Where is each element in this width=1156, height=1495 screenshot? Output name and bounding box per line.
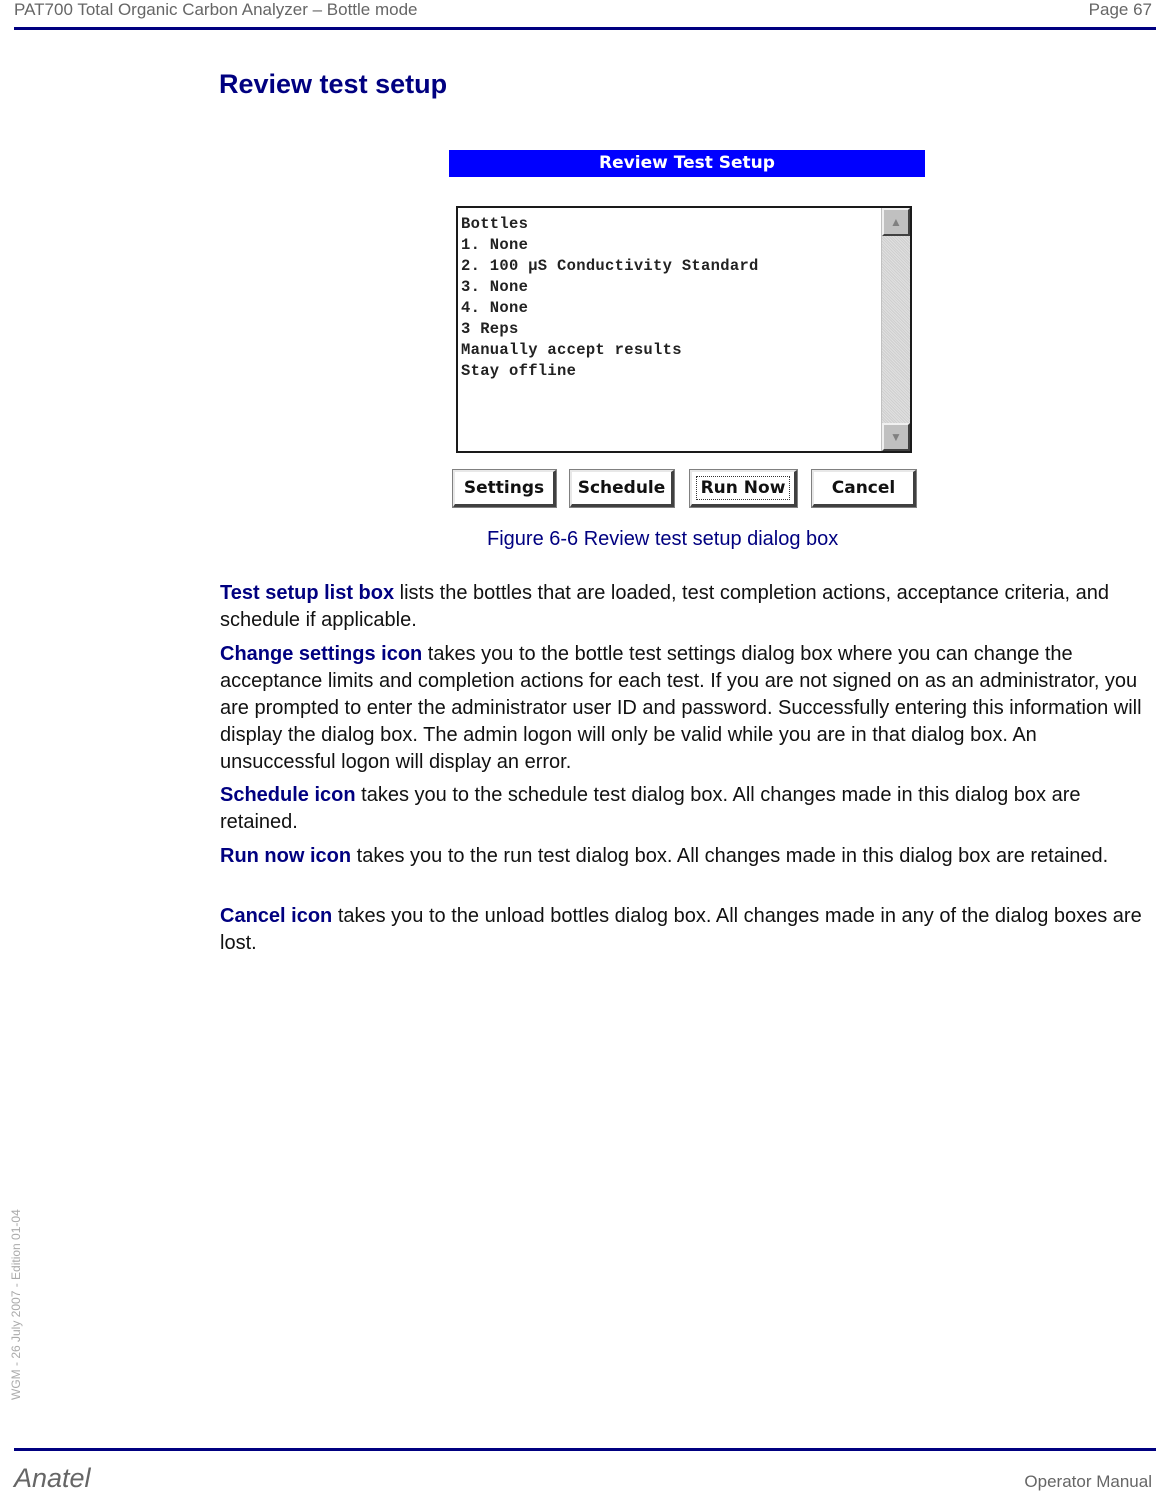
scroll-up-button[interactable]: ▲	[882, 208, 910, 236]
header-divider	[14, 27, 1156, 30]
edition-note: WGM - 26 July 2007 - Edition 01-04	[9, 1209, 23, 1400]
list-item: Bottles	[461, 215, 529, 233]
arrow-up-icon: ▲	[890, 215, 902, 229]
term: Run now icon	[220, 845, 352, 867]
list-item: 4. None	[461, 299, 529, 317]
arrow-down-icon: ▼	[890, 430, 902, 444]
schedule-button[interactable]: Schedule	[569, 469, 675, 508]
description: takes you to the unload bottles dialog b…	[220, 905, 1142, 954]
term: Cancel icon	[220, 905, 333, 927]
list-item: 1. None	[461, 236, 529, 254]
list-item: Stay offline	[461, 362, 577, 380]
list-item: 3. None	[461, 278, 529, 296]
test-setup-list-box[interactable]: Bottles 1. None 2. 100 µS Conductivity Sta…	[456, 206, 912, 453]
paragraph-schedule-icon: Schedule icon takes you to the schedule …	[220, 782, 1155, 836]
list-item: 2. 100 µS Conductivity Standard	[461, 257, 759, 275]
section-title: Review test setup	[219, 69, 448, 99]
cancel-button[interactable]: Cancel	[811, 469, 917, 508]
footer-divider	[14, 1448, 1156, 1451]
figure-caption: Figure 6-6 Review test setup dialog box	[487, 528, 839, 550]
term: Change settings icon	[220, 643, 423, 665]
vertical-scrollbar[interactable]: ▲ ▼	[881, 208, 910, 451]
paragraph-cancel-icon: Cancel icon takes you to the unload bott…	[220, 903, 1155, 957]
settings-button[interactable]: Settings	[452, 469, 557, 508]
scroll-down-button[interactable]: ▼	[882, 423, 910, 451]
description: takes you to the run test dialog box. Al…	[351, 845, 1109, 867]
paragraph-run-now-icon: Run now icon takes you to the run test d…	[220, 843, 1155, 870]
manual-name: Operator Manual	[1024, 1472, 1152, 1491]
list-item: 3 Reps	[461, 320, 519, 338]
document-title: PAT700 Total Organic Carbon Analyzer – B…	[14, 0, 418, 19]
run-now-button[interactable]: Run Now	[689, 469, 798, 508]
term: Schedule icon	[220, 784, 356, 806]
dialog-title-bar: Review Test Setup	[449, 150, 925, 177]
list-lines: Bottles 1. None 2. 100 µS Conductivity Sta…	[461, 214, 759, 382]
list-item: Manually accept results	[461, 341, 682, 359]
page-number: Page 67	[1088, 0, 1152, 19]
paragraph-change-settings-icon: Change settings icon takes you to the bo…	[220, 641, 1155, 776]
paragraph-test-setup-list-box: Test setup list box lists the bottles th…	[220, 580, 1155, 634]
run-now-label: Run Now	[695, 476, 791, 500]
brand-name: Anatel	[14, 1463, 91, 1493]
term: Test setup list box	[220, 582, 395, 604]
